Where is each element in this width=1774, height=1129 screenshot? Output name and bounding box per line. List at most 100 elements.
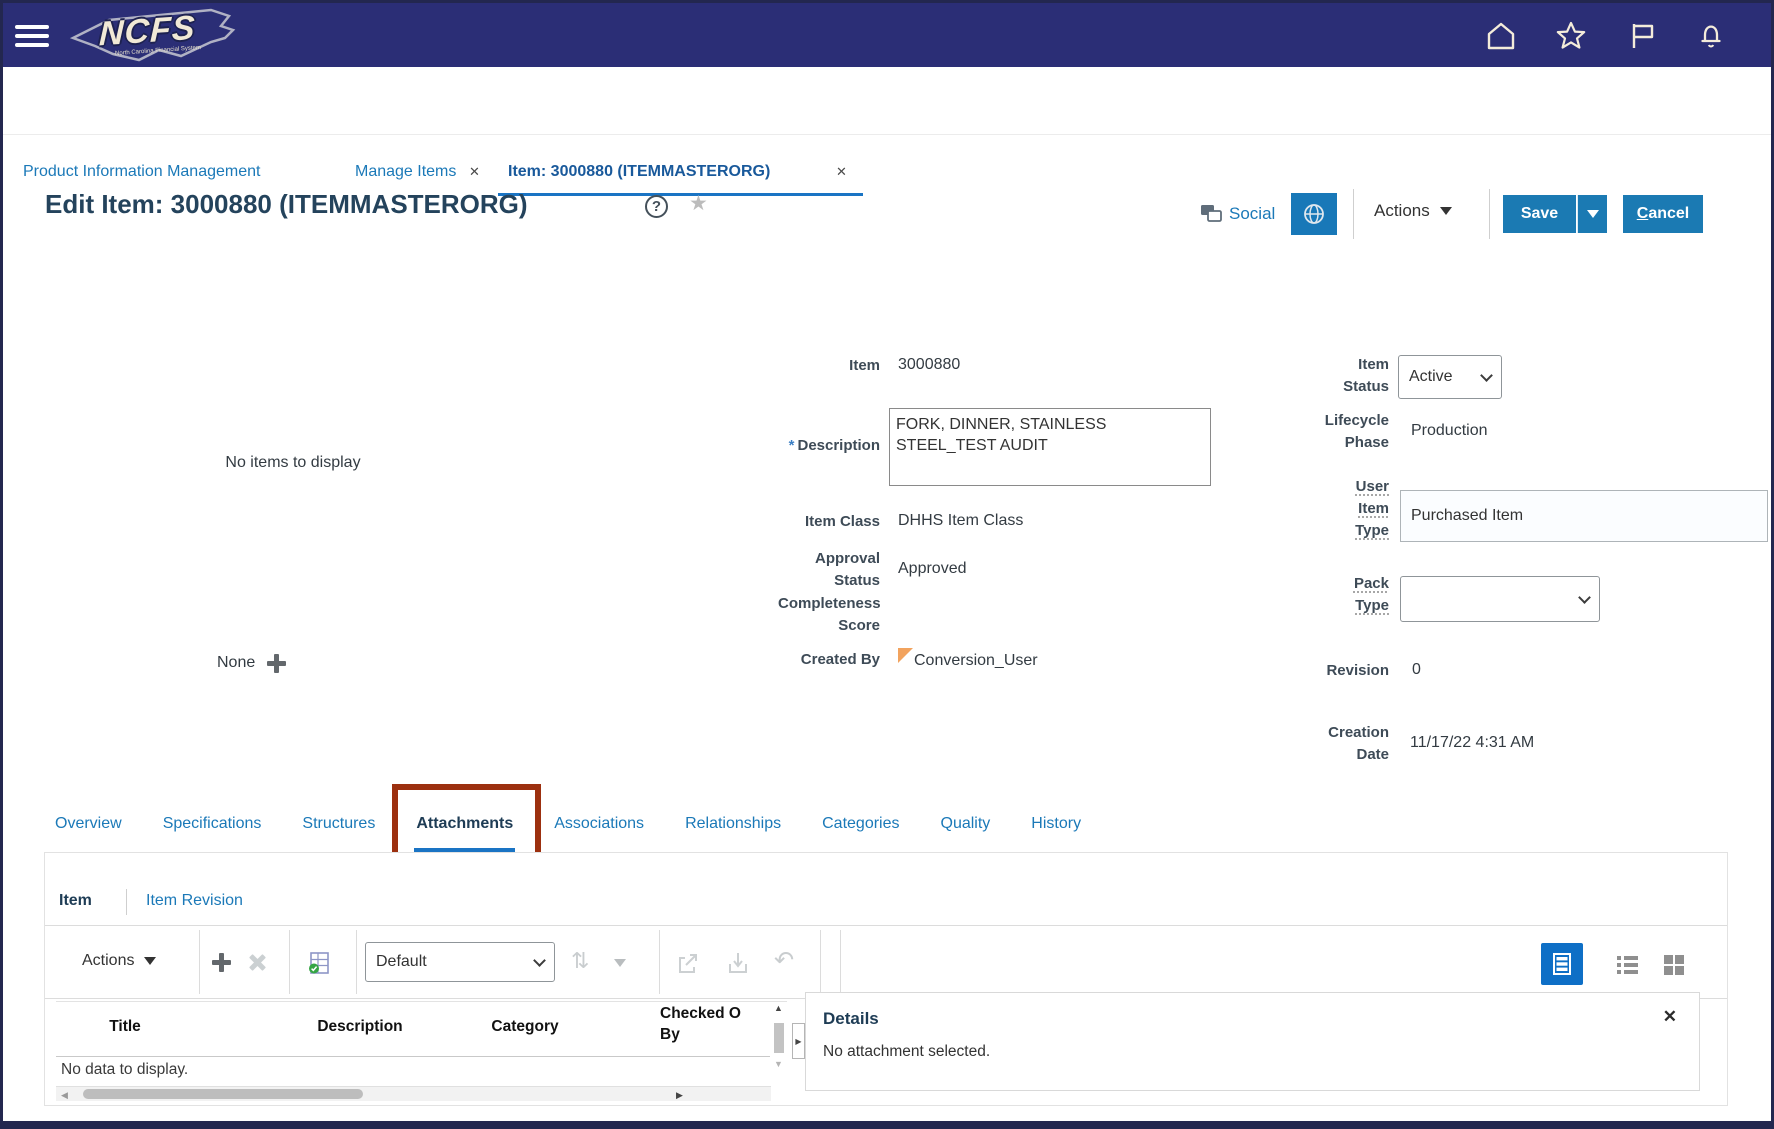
user-item-type-input[interactable]	[1400, 490, 1768, 542]
save-dropdown-button[interactable]	[1577, 195, 1607, 233]
table-vertical-scrollbar[interactable]	[772, 1003, 787, 1081]
scroll-down-arrow-icon[interactable]	[774, 1059, 783, 1069]
export-to-excel-icon[interactable]	[307, 951, 331, 980]
pack-type-select[interactable]	[1400, 576, 1600, 622]
close-tab-item-3000880-icon[interactable]	[836, 164, 847, 180]
tab-item-3000880[interactable]: Item: 3000880 (ITEMMASTERORG)	[508, 163, 770, 181]
delete-row-x-icon[interactable]	[244, 949, 271, 976]
item-label: Item	[643, 355, 880, 377]
item-class-value: DHHS Item Class	[898, 511, 1023, 531]
table-view-toggle[interactable]	[1541, 943, 1583, 985]
approval-status-label: Approval Status	[643, 548, 880, 592]
attachments-tab-item-revision[interactable]: Item Revision	[146, 892, 243, 910]
approval-status-value: Approved	[898, 559, 967, 579]
divider	[289, 930, 290, 994]
divider	[1489, 189, 1490, 239]
lifecycle-phase-label: Lifecycle Phase	[1153, 410, 1389, 454]
scroll-right-arrow-icon[interactable]	[676, 1090, 683, 1101]
add-attachment-plus-icon[interactable]	[267, 654, 286, 673]
page-actions-menu[interactable]: Actions	[1374, 201, 1452, 221]
check-in-icon[interactable]	[725, 950, 751, 981]
divider	[659, 930, 660, 994]
table-header-border	[56, 1056, 770, 1057]
pane-splitter-button[interactable]	[792, 1023, 805, 1059]
item-status-label: Item Status	[1153, 354, 1389, 398]
social-button[interactable]: Social	[1199, 202, 1275, 226]
favorite-item-star-icon[interactable]	[689, 191, 708, 216]
lifecycle-phase-value: Production	[1411, 421, 1488, 441]
ncfs-logo: NCFS North Carolina Financial System	[61, 4, 261, 66]
column-header-category[interactable]: Category	[455, 1016, 595, 1037]
item-subtab-bar: Overview Specifications Structures Attac…	[55, 815, 1081, 833]
subtab-specifications[interactable]: Specifications	[163, 815, 262, 833]
vertical-scrollbar-thumb[interactable]	[774, 1023, 784, 1053]
list-view-toggle[interactable]	[1606, 943, 1648, 985]
scroll-left-arrow-icon[interactable]	[61, 1090, 68, 1101]
help-icon[interactable]	[645, 195, 668, 218]
divider	[820, 930, 821, 994]
chevron-down-icon	[1480, 369, 1493, 382]
table-pane-top-border	[56, 1001, 787, 1002]
add-row-plus-icon[interactable]	[212, 953, 231, 972]
notifications-bell-icon[interactable]	[1695, 20, 1727, 52]
chevron-down-icon	[533, 954, 546, 967]
subtab-attachments[interactable]: Attachments	[416, 815, 513, 833]
item-status-select[interactable]: Active	[1398, 355, 1502, 399]
table-horizontal-scrollbar[interactable]	[56, 1086, 771, 1101]
home-icon[interactable]	[1485, 20, 1517, 52]
revision-label: Revision	[1153, 660, 1389, 682]
description-label: *Description	[643, 435, 880, 457]
subtab-quality[interactable]: Quality	[941, 815, 991, 833]
subtab-history[interactable]: History	[1031, 815, 1081, 833]
revision-value: 0	[1412, 660, 1421, 680]
subtab-categories[interactable]: Categories	[822, 815, 899, 833]
sort-icon[interactable]	[571, 948, 589, 974]
chevron-down-icon	[1587, 210, 1599, 218]
favorites-star-icon[interactable]	[1555, 20, 1587, 52]
attachments-none-row: None	[217, 653, 286, 673]
check-out-icon[interactable]	[675, 950, 701, 981]
chevron-down-icon	[1578, 591, 1591, 604]
tab-manage-items[interactable]: Manage Items	[355, 163, 456, 181]
completeness-score-label: Completeness Score	[643, 593, 880, 637]
attachment-details-panel: Details No attachment selected.	[805, 992, 1700, 1091]
grid-view-toggle[interactable]	[1652, 943, 1694, 985]
attachments-toolbar: Actions Default	[45, 925, 1727, 999]
navigator-menu-icon[interactable]	[15, 25, 51, 49]
tab-product-information-management[interactable]: Product Information Management	[23, 163, 260, 181]
column-header-description[interactable]: Description	[285, 1016, 435, 1037]
divider	[126, 889, 127, 915]
creation-date-label: Creation Date	[1153, 722, 1389, 766]
table-view-icon	[1548, 950, 1576, 978]
details-title: Details	[823, 1009, 879, 1029]
created-by-value: Conversion_User	[914, 651, 1038, 671]
table-empty-text: No data to display.	[61, 1061, 188, 1079]
subtab-associations[interactable]: Associations	[554, 815, 644, 833]
column-header-title[interactable]: Title	[65, 1016, 185, 1037]
save-button[interactable]: Save	[1503, 195, 1576, 233]
horizontal-scrollbar-thumb[interactable]	[83, 1089, 363, 1099]
announcements-flag-icon[interactable]	[1626, 20, 1658, 52]
attachments-panel: Item Item Revision Actions Defau	[44, 852, 1728, 1106]
none-label: None	[217, 653, 255, 673]
subtab-relationships[interactable]: Relationships	[685, 815, 781, 833]
attachments-actions-menu[interactable]: Actions	[82, 952, 156, 970]
column-header-checked-out-by[interactable]: Checked O By	[660, 1003, 760, 1045]
cancel-checkout-undo-icon[interactable]	[774, 946, 794, 975]
close-details-icon[interactable]	[1663, 1007, 1677, 1027]
app-header: NCFS North Carolina Financial System	[3, 3, 1771, 67]
user-item-type-label: User Item Type	[1153, 476, 1389, 542]
cancel-button[interactable]: Cancel	[1623, 195, 1703, 233]
grid-view-icon	[1658, 949, 1688, 979]
view-format-select[interactable]: Default	[365, 942, 555, 982]
scroll-up-arrow-icon[interactable]	[774, 1003, 783, 1013]
subtab-overview[interactable]: Overview	[55, 815, 122, 833]
sort-dropdown-chevron-icon[interactable]	[614, 959, 626, 967]
close-tab-manage-items-icon[interactable]	[469, 164, 480, 180]
attachments-tab-item[interactable]: Item	[59, 892, 92, 910]
pack-type-label: Pack Type	[1153, 573, 1389, 617]
social-globe-button[interactable]	[1291, 193, 1337, 235]
subtab-structures[interactable]: Structures	[302, 815, 375, 833]
active-tab-underline	[498, 193, 863, 196]
globe-icon	[1301, 201, 1327, 227]
